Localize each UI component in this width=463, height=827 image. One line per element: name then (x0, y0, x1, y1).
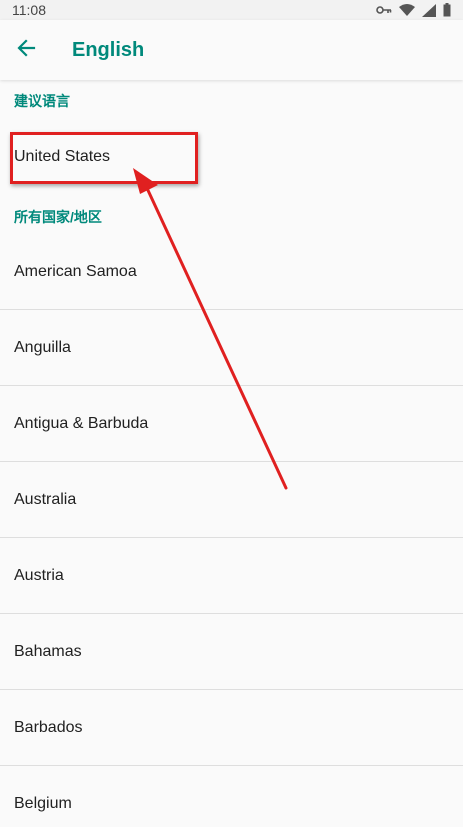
all-regions-header: 所有国家/地区 (14, 209, 102, 225)
suggested-languages-header: 建议语言 (14, 93, 70, 109)
vpn-key-icon (376, 5, 392, 15)
region-list[interactable]: 建议语言 United States 所有国家/地区 American Samo… (0, 80, 463, 827)
back-button[interactable] (0, 20, 52, 80)
arrow-back-icon (16, 38, 36, 63)
status-time: 11:08 (12, 2, 46, 18)
page-title: English (72, 38, 145, 61)
list-item-anguilla[interactable]: Anguilla (0, 310, 463, 386)
list-item-united-states[interactable]: United States (0, 118, 463, 196)
list-item-bahamas[interactable]: Bahamas (0, 614, 463, 690)
list-item-american-samoa[interactable]: American Samoa (0, 234, 463, 310)
app-bar: English (0, 20, 463, 80)
battery-icon (443, 3, 451, 17)
status-icons (376, 3, 451, 17)
cell-signal-icon (422, 3, 436, 17)
list-item-antigua-barbuda[interactable]: Antigua & Barbuda (0, 386, 463, 462)
status-bar: 11:08 (0, 0, 463, 20)
list-item-barbados[interactable]: Barbados (0, 690, 463, 766)
list-item-australia[interactable]: Australia (0, 462, 463, 538)
wifi-icon (399, 4, 415, 16)
list-item-belgium[interactable]: Belgium (0, 766, 463, 827)
list-item-austria[interactable]: Austria (0, 538, 463, 614)
